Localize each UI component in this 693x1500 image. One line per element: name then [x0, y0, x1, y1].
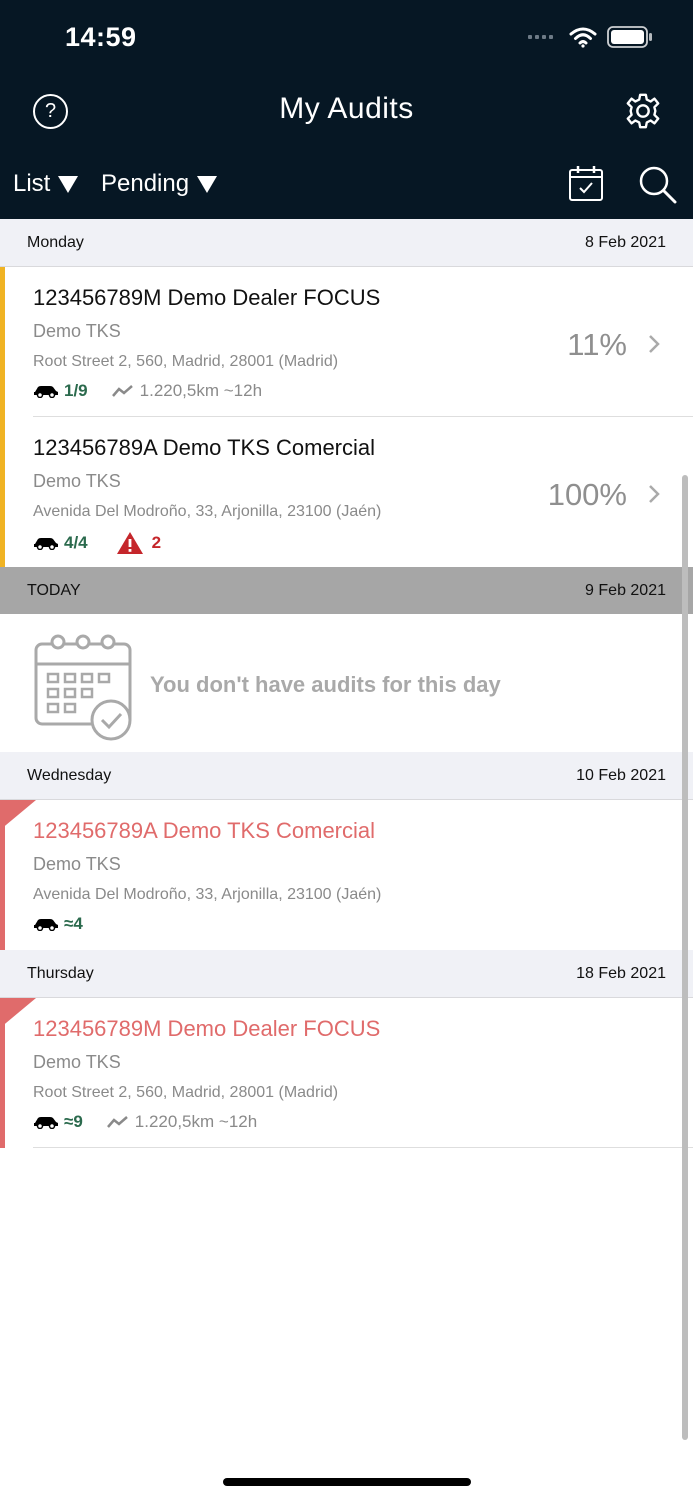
audit-card[interactable]: 123456789A Demo TKS Comercial Demo TKS A… [0, 800, 693, 950]
app-header: 14:59 ? My Audits List Pending [0, 0, 693, 219]
row-divider [33, 1147, 693, 1148]
car-icon [34, 538, 58, 550]
audit-company: Demo TKS [33, 1052, 121, 1072]
section-day: Wednesday [27, 767, 112, 784]
audit-address: Root Street 2, 560, Madrid, 28001 (Madri… [33, 353, 339, 370]
audit-address: Avenida Del Modroño, 33, Arjonilla, 2310… [33, 503, 382, 520]
audit-company: Demo TKS [33, 471, 121, 491]
audit-address: Root Street 2, 560, Madrid, 28001 (Madri… [33, 1084, 339, 1101]
status-filter-label: Pending [101, 170, 190, 197]
search-icon[interactable] [637, 164, 677, 204]
car-icon [34, 1117, 58, 1129]
completion-percent: 11% [567, 327, 627, 362]
chevron-right-icon [649, 485, 660, 503]
audit-meta: ≈4 [33, 914, 83, 934]
route-distance: 1.220,5km ~12h [134, 1112, 258, 1131]
section-day: Monday [27, 234, 84, 251]
section-header-thursday: Thursday 18 Feb 2021 [0, 950, 693, 998]
caret-down-icon [197, 175, 218, 193]
cellular-signal-icon [528, 35, 553, 39]
section-date: 8 Feb 2021 [585, 234, 666, 251]
section-day: Thursday [27, 965, 94, 982]
section-header-wednesday: Wednesday 10 Feb 2021 [0, 752, 693, 800]
status-time: 14:59 [65, 22, 137, 52]
audit-company: Demo TKS [33, 321, 121, 341]
warning-icon [116, 532, 143, 554]
route-icon [106, 1116, 128, 1128]
route-distance: 1.220,5km ~12h [139, 381, 263, 400]
audit-name: 123456789A Demo TKS Comercial [33, 435, 376, 460]
status-icons [528, 26, 653, 48]
caret-down-icon [58, 175, 79, 193]
audit-name: 123456789M Demo Dealer FOCUS [33, 1016, 381, 1041]
calendar-check-icon[interactable] [568, 164, 604, 202]
empty-day-message: You don't have audits for this day [150, 672, 501, 697]
route-icon [111, 385, 133, 397]
gear-icon[interactable] [624, 92, 662, 130]
status-filter-dropdown[interactable]: Pending [101, 170, 218, 198]
audit-name: 123456789A Demo TKS Comercial [33, 818, 376, 843]
section-date: 18 Feb 2021 [576, 965, 666, 982]
overdue-flag-icon [0, 800, 36, 830]
overdue-flag-icon [0, 998, 36, 1028]
warning-count: 2 [151, 533, 162, 552]
status-accent-bar [0, 267, 5, 417]
audit-card[interactable]: 123456789M Demo Dealer FOCUS Demo TKS Ro… [0, 267, 693, 417]
home-indicator[interactable] [223, 1478, 471, 1486]
section-date: 10 Feb 2021 [576, 767, 666, 784]
empty-calendar-icon [34, 634, 132, 741]
audit-company: Demo TKS [33, 854, 121, 874]
view-filter-label: List [13, 170, 51, 197]
section-day: TODAY [27, 582, 81, 599]
completion-percent: 100% [547, 477, 627, 512]
section-header-monday: Monday 8 Feb 2021 [0, 219, 693, 267]
audit-meta: 1/9 1.220,5km ~12h [33, 381, 262, 401]
audit-card[interactable]: 123456789M Demo Dealer FOCUS Demo TKS Ro… [0, 998, 693, 1148]
car-count: 4/4 [64, 533, 88, 552]
battery-icon [607, 26, 652, 48]
car-icon [34, 919, 58, 931]
scrollbar[interactable] [682, 475, 688, 1440]
empty-day-placeholder: You don't have audits for this day [0, 614, 693, 752]
section-date: 9 Feb 2021 [585, 582, 666, 599]
chevron-right-icon [649, 335, 660, 353]
view-filter-dropdown[interactable]: List [13, 170, 79, 198]
audit-card[interactable]: 123456789A Demo TKS Comercial Demo TKS A… [0, 417, 693, 567]
audit-meta: 4/4 2 [33, 531, 161, 555]
car-icon [34, 386, 58, 398]
car-count: ≈9 [64, 1112, 83, 1131]
audit-name: 123456789M Demo Dealer FOCUS [33, 285, 381, 310]
page-title: My Audits [279, 92, 414, 125]
section-header-today: TODAY 9 Feb 2021 [0, 567, 693, 615]
audit-address: Avenida Del Modroño, 33, Arjonilla, 2310… [33, 886, 382, 903]
wifi-icon [569, 27, 597, 48]
car-count: ≈4 [64, 914, 83, 933]
status-accent-bar [0, 417, 5, 567]
audit-meta: ≈9 1.220,5km ~12h [33, 1112, 257, 1132]
car-count: 1/9 [64, 381, 88, 400]
